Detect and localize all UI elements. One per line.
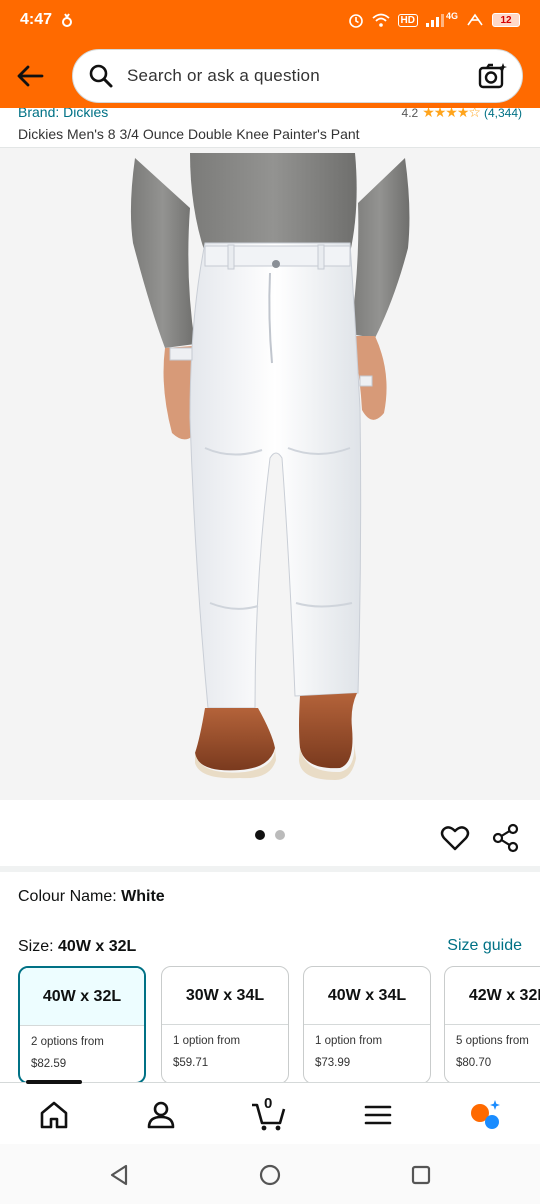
menu-icon[interactable]: [360, 1097, 396, 1133]
rufus-assistant-icon[interactable]: [466, 1097, 502, 1133]
active-tab-indicator: [26, 1080, 82, 1084]
star-rating-icon: ★★★★☆: [422, 108, 481, 120]
size-option-availability: 5 options from: [456, 1035, 529, 1047]
network-label: HD: [397, 13, 418, 27]
battery-icon: 12: [492, 13, 520, 27]
signal-label: 4G: [445, 11, 458, 21]
colour-value: White: [121, 888, 165, 905]
rating-value: 4.2: [401, 108, 419, 120]
size-option-availability: 1 option from: [315, 1035, 383, 1047]
size-selection: Size: 40W x 32L: [18, 938, 136, 956]
account-icon[interactable]: [143, 1097, 179, 1133]
brand-link[interactable]: Brand: Dickies: [18, 108, 108, 120]
status-bar: 4:47 HD 4G 12: [0, 0, 540, 40]
signal-icon: [425, 14, 444, 27]
size-option-price: $73.99: [315, 1057, 351, 1069]
system-navigation: [0, 1144, 540, 1204]
size-label: Size:: [18, 938, 59, 955]
size-value: 40W x 32L: [58, 938, 137, 955]
pants-photo: [0, 148, 540, 800]
colour-label: Colour Name:: [18, 888, 122, 905]
wishlist-heart-icon[interactable]: [439, 822, 471, 854]
alarm-icon: [348, 14, 363, 28]
search-icon: [89, 64, 113, 88]
status-icons: HD 4G 12: [348, 11, 520, 28]
pagination-dot-2[interactable]: [275, 830, 285, 840]
rating-summary[interactable]: 4.2 ★★★★☆ (4,344): [402, 108, 522, 121]
home-icon[interactable]: [36, 1097, 72, 1133]
bottom-navigation: 0: [0, 1080, 540, 1144]
size-option-price: $80.70: [456, 1057, 492, 1069]
section-divider: [0, 866, 540, 872]
product-title: Dickies Men's 8 3/4 Ounce Double Knee Pa…: [18, 126, 360, 142]
review-count: (4,344): [483, 108, 522, 120]
status-time: 4:47: [20, 11, 53, 28]
product-image[interactable]: [0, 148, 540, 800]
size-option-card[interactable]: 42W x 32L 5 options from $80.70: [444, 966, 540, 1084]
search-input[interactable]: Search or ask a question: [127, 66, 320, 86]
size-option-name: 42W x 32L: [445, 967, 540, 1025]
search-bar[interactable]: Search or ask a question: [72, 49, 523, 103]
app-header: Search or ask a question: [0, 40, 540, 112]
size-option-card[interactable]: 30W x 34L 1 option from $59.71: [161, 966, 289, 1084]
cart-button[interactable]: 0: [250, 1095, 290, 1133]
colour-selection: Colour Name: White: [18, 888, 165, 906]
size-options: 40W x 32L 2 options from $82.59 30W x 34…: [18, 966, 540, 1084]
size-guide-link[interactable]: Size guide: [447, 937, 522, 955]
cart-count: 0: [264, 1095, 273, 1112]
size-option-availability: 1 option from: [173, 1035, 241, 1047]
back-arrow-icon[interactable]: [12, 58, 48, 94]
system-recents-icon[interactable]: [408, 1162, 434, 1188]
wifi-icon: [371, 13, 390, 27]
size-option-card[interactable]: 40W x 34L 1 option from $73.99: [303, 966, 431, 1084]
notification-icon: [62, 13, 73, 27]
size-option-price: $59.71: [173, 1057, 209, 1069]
size-option-name: 40W x 34L: [304, 967, 430, 1025]
size-option-card[interactable]: 40W x 32L 2 options from $82.59: [18, 966, 146, 1084]
system-home-icon[interactable]: [257, 1162, 283, 1188]
pagination-dot-1[interactable]: [255, 830, 265, 840]
size-option-availability: 2 options from: [31, 1036, 104, 1048]
camera-search-icon[interactable]: [478, 61, 508, 91]
size-option-name: 40W x 32L: [20, 968, 144, 1026]
system-back-icon[interactable]: [106, 1162, 132, 1188]
size-option-name: 30W x 34L: [162, 967, 288, 1025]
data-saver-icon: [467, 13, 483, 26]
share-icon[interactable]: [490, 822, 522, 854]
product-heading: Brand: Dickies 4.2 ★★★★☆ (4,344) Dickies…: [0, 108, 540, 148]
size-option-price: $82.59: [31, 1058, 67, 1070]
